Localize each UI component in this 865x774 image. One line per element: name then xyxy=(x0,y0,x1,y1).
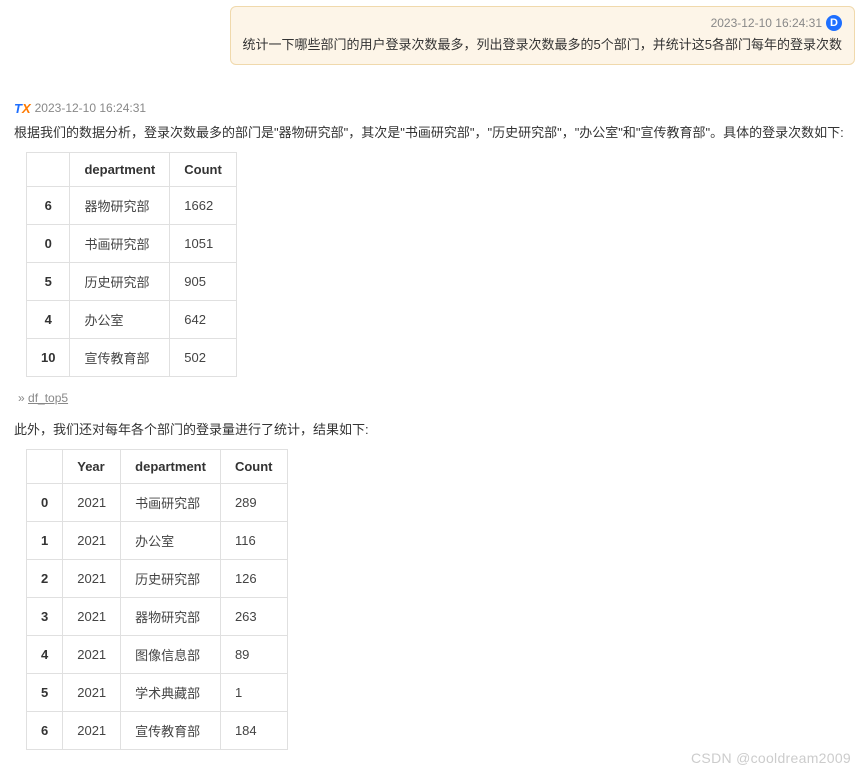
assistant-timestamp: 2023-12-10 16:24:31 xyxy=(35,101,146,115)
table-cell: 书画研究部 xyxy=(70,224,170,262)
user-avatar: D xyxy=(826,15,842,31)
user-message-bubble: 2023-12-10 16:24:31 D 统计一下哪些部门的用户登录次数最多，… xyxy=(230,6,855,65)
table-cell: 289 xyxy=(220,483,287,521)
table-cell: 5 xyxy=(27,673,63,711)
user-timestamp: 2023-12-10 16:24:31 xyxy=(711,16,822,30)
assistant-header: TX 2023-12-10 16:24:31 xyxy=(14,101,851,116)
table-row: 10宣传教育部502 xyxy=(27,338,237,376)
tx-logo-icon: TX xyxy=(14,101,31,116)
table-cell: 办公室 xyxy=(70,300,170,338)
table-cell: 0 xyxy=(27,224,70,262)
table-cell: 历史研究部 xyxy=(70,262,170,300)
table-cell: 宣传教育部 xyxy=(121,711,221,749)
table-cell: 6 xyxy=(27,186,70,224)
table-row: 62021宣传教育部184 xyxy=(27,711,288,749)
table-cell: 学术典藏部 xyxy=(121,673,221,711)
table-cell: 184 xyxy=(220,711,287,749)
table-cell: 905 xyxy=(170,262,237,300)
table-header-year: Year xyxy=(63,449,121,483)
assistant-message-container: TX 2023-12-10 16:24:31 根据我们的数据分析，登录次数最多的… xyxy=(0,91,865,774)
table-cell: 1 xyxy=(27,521,63,559)
table-cell: 1662 xyxy=(170,186,237,224)
table-cell: 6 xyxy=(27,711,63,749)
table-cell: 2021 xyxy=(63,597,121,635)
table-cell: 1 xyxy=(220,673,287,711)
table-cell: 2021 xyxy=(63,483,121,521)
table-cell: 116 xyxy=(220,521,287,559)
table-cell: 10 xyxy=(27,338,70,376)
table-cell: 2021 xyxy=(63,521,121,559)
table-cell: 4 xyxy=(27,635,63,673)
table-row: 32021器物研究部263 xyxy=(27,597,288,635)
dataframe-reference: » df_top5 xyxy=(18,391,851,405)
table-cell: 502 xyxy=(170,338,237,376)
table-cell: 2021 xyxy=(63,711,121,749)
table-header-index xyxy=(27,152,70,186)
table-cell: 历史研究部 xyxy=(121,559,221,597)
table-cell: 2021 xyxy=(63,673,121,711)
table-cell: 642 xyxy=(170,300,237,338)
yearly-departments-table: Year department Count 02021书画研究部28912021… xyxy=(26,449,288,750)
df-top5-link[interactable]: df_top5 xyxy=(28,391,68,405)
table-row: 12021办公室116 xyxy=(27,521,288,559)
user-message-text: 统计一下哪些部门的用户登录次数最多，列出登录次数最多的5个部门，并统计这5各部门… xyxy=(243,35,842,56)
user-message-container: 2023-12-10 16:24:31 D 统计一下哪些部门的用户登录次数最多，… xyxy=(0,0,865,71)
table-row: 52021学术典藏部1 xyxy=(27,673,288,711)
watermark: CSDN @cooldream2009 xyxy=(691,750,851,766)
table-cell: 263 xyxy=(220,597,287,635)
table-cell: 1051 xyxy=(170,224,237,262)
ref-prefix: » xyxy=(18,391,28,405)
table-header-department: department xyxy=(70,152,170,186)
table-cell: 0 xyxy=(27,483,63,521)
table-header-count: Count xyxy=(170,152,237,186)
table-row: 4办公室642 xyxy=(27,300,237,338)
assistant-mid-text: 此外，我们还对每年各个部门的登录量进行了统计，结果如下: xyxy=(14,419,851,441)
table-cell: 2021 xyxy=(63,559,121,597)
table-cell: 办公室 xyxy=(121,521,221,559)
table-row: 5历史研究部905 xyxy=(27,262,237,300)
table-cell: 图像信息部 xyxy=(121,635,221,673)
table-cell: 126 xyxy=(220,559,287,597)
top5-departments-table: department Count 6器物研究部16620书画研究部10515历史… xyxy=(26,152,237,377)
assistant-intro-text: 根据我们的数据分析，登录次数最多的部门是"器物研究部"，其次是"书画研究部"，"… xyxy=(14,122,851,144)
user-message-header: 2023-12-10 16:24:31 D xyxy=(243,15,842,31)
table-cell: 4 xyxy=(27,300,70,338)
table-cell: 书画研究部 xyxy=(121,483,221,521)
table-cell: 2 xyxy=(27,559,63,597)
table-header-row: Year department Count xyxy=(27,449,288,483)
table-row: 6器物研究部1662 xyxy=(27,186,237,224)
table-row: 22021历史研究部126 xyxy=(27,559,288,597)
table-cell: 89 xyxy=(220,635,287,673)
table-row: 42021图像信息部89 xyxy=(27,635,288,673)
table-cell: 5 xyxy=(27,262,70,300)
table-cell: 器物研究部 xyxy=(121,597,221,635)
table-cell: 宣传教育部 xyxy=(70,338,170,376)
table-cell: 2021 xyxy=(63,635,121,673)
table-row: 02021书画研究部289 xyxy=(27,483,288,521)
table-header-department: department xyxy=(121,449,221,483)
table-header-count: Count xyxy=(220,449,287,483)
table-cell: 3 xyxy=(27,597,63,635)
table-cell: 器物研究部 xyxy=(70,186,170,224)
table-header-index xyxy=(27,449,63,483)
table-header-row: department Count xyxy=(27,152,237,186)
table-row: 0书画研究部1051 xyxy=(27,224,237,262)
